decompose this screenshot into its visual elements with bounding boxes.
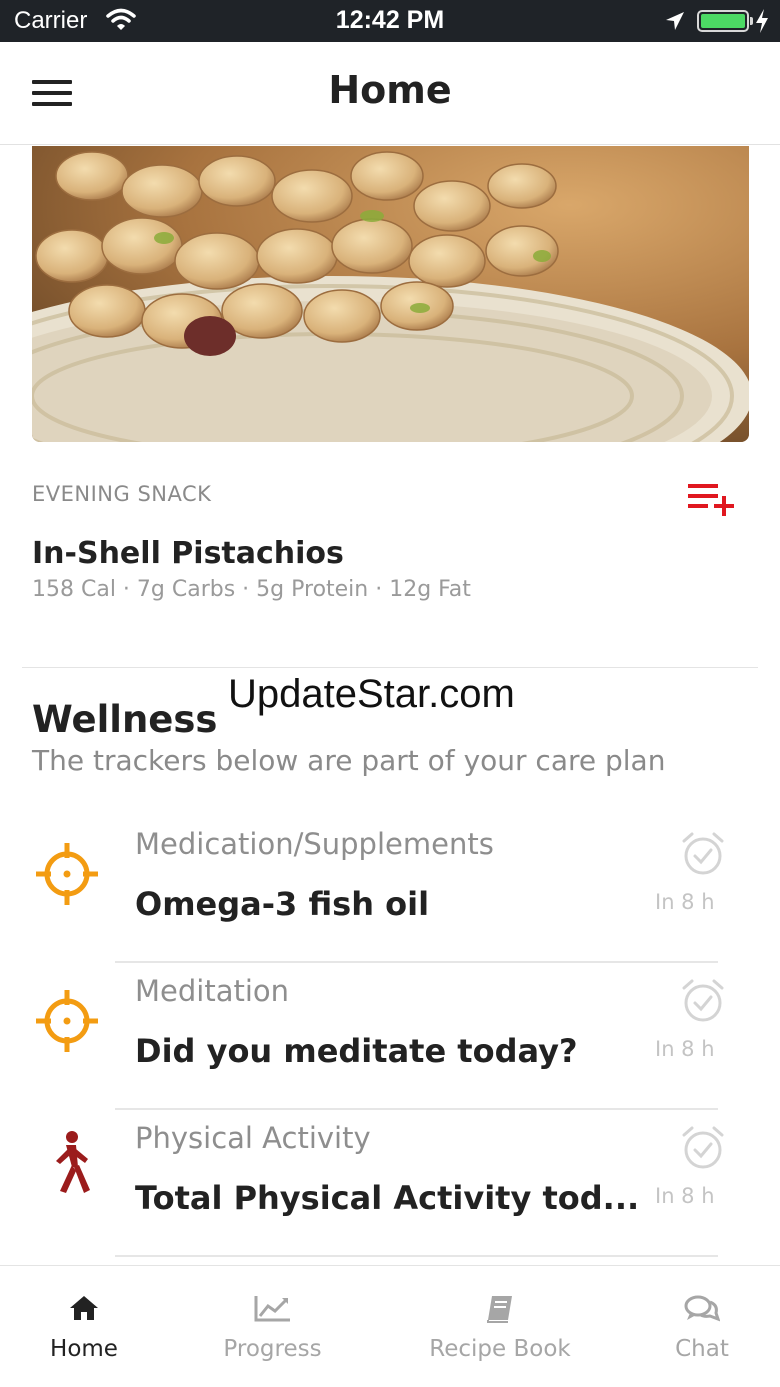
tracker-due: In 8 h — [655, 1184, 715, 1208]
wellness-subtitle: The trackers below are part of your care… — [32, 744, 666, 777]
tab-label: Chat — [675, 1336, 729, 1362]
tab-bar: Home Progress Recipe Book Chat — [0, 1265, 780, 1387]
tab-home[interactable]: Home — [24, 1266, 144, 1387]
add-to-list-icon[interactable] — [688, 482, 736, 522]
meal-type-label: EVENING SNACK — [32, 482, 212, 506]
tracker-due: In 8 h — [655, 890, 715, 914]
meal-photo[interactable] — [32, 146, 749, 442]
alarm-check-icon[interactable] — [680, 978, 726, 1028]
tracker-name: Omega-3 fish oil — [135, 885, 430, 923]
tab-label: Recipe Book — [429, 1336, 571, 1362]
wellness-title: Wellness — [32, 698, 218, 741]
chat-icon — [684, 1294, 721, 1328]
alarm-check-icon[interactable] — [680, 1125, 726, 1175]
status-bar: Carrier 12:42 PM — [0, 0, 780, 42]
tab-progress[interactable]: Progress — [200, 1266, 345, 1387]
location-arrow-icon — [664, 10, 686, 36]
tab-label: Home — [50, 1336, 118, 1362]
book-icon — [485, 1294, 515, 1328]
tracker-category: Meditation — [135, 974, 290, 1008]
walking-person-icon — [44, 1129, 92, 1205]
tracker-due: In 8 h — [655, 1037, 715, 1061]
battery-icon — [697, 10, 753, 32]
charging-bolt-icon — [755, 8, 769, 38]
target-icon — [34, 988, 100, 1058]
tracker-row[interactable]: Physical Activity Total Physical Activit… — [0, 1109, 780, 1257]
row-divider — [115, 1255, 718, 1257]
target-icon — [34, 841, 100, 911]
home-icon — [69, 1294, 99, 1326]
meal-macros: 158 Cal · 7g Carbs · 5g Protein · 12g Fa… — [32, 577, 471, 602]
tracker-name: Did you meditate today? — [135, 1032, 578, 1070]
tab-recipe-book[interactable]: Recipe Book — [410, 1266, 590, 1387]
section-divider — [22, 667, 758, 668]
page-title: Home — [328, 68, 452, 112]
alarm-check-icon[interactable] — [680, 831, 726, 881]
watermark: UpdateStar.com — [228, 672, 515, 716]
tracker-row[interactable]: Meditation Did you meditate today? In 8 … — [0, 962, 780, 1110]
tab-chat[interactable]: Chat — [650, 1266, 754, 1387]
clock: 12:42 PM — [335, 6, 445, 34]
tracker-category: Physical Activity — [135, 1121, 371, 1155]
tracker-category: Medication/Supplements — [135, 827, 494, 861]
nav-bar: Home — [0, 42, 780, 145]
tracker-row[interactable]: Medication/Supplements Omega-3 fish oil … — [0, 815, 780, 963]
chart-icon — [254, 1294, 292, 1326]
tracker-name: Total Physical Activity tod... — [135, 1179, 640, 1217]
tab-label: Progress — [223, 1336, 322, 1362]
meal-name[interactable]: In-Shell Pistachios — [32, 536, 344, 571]
